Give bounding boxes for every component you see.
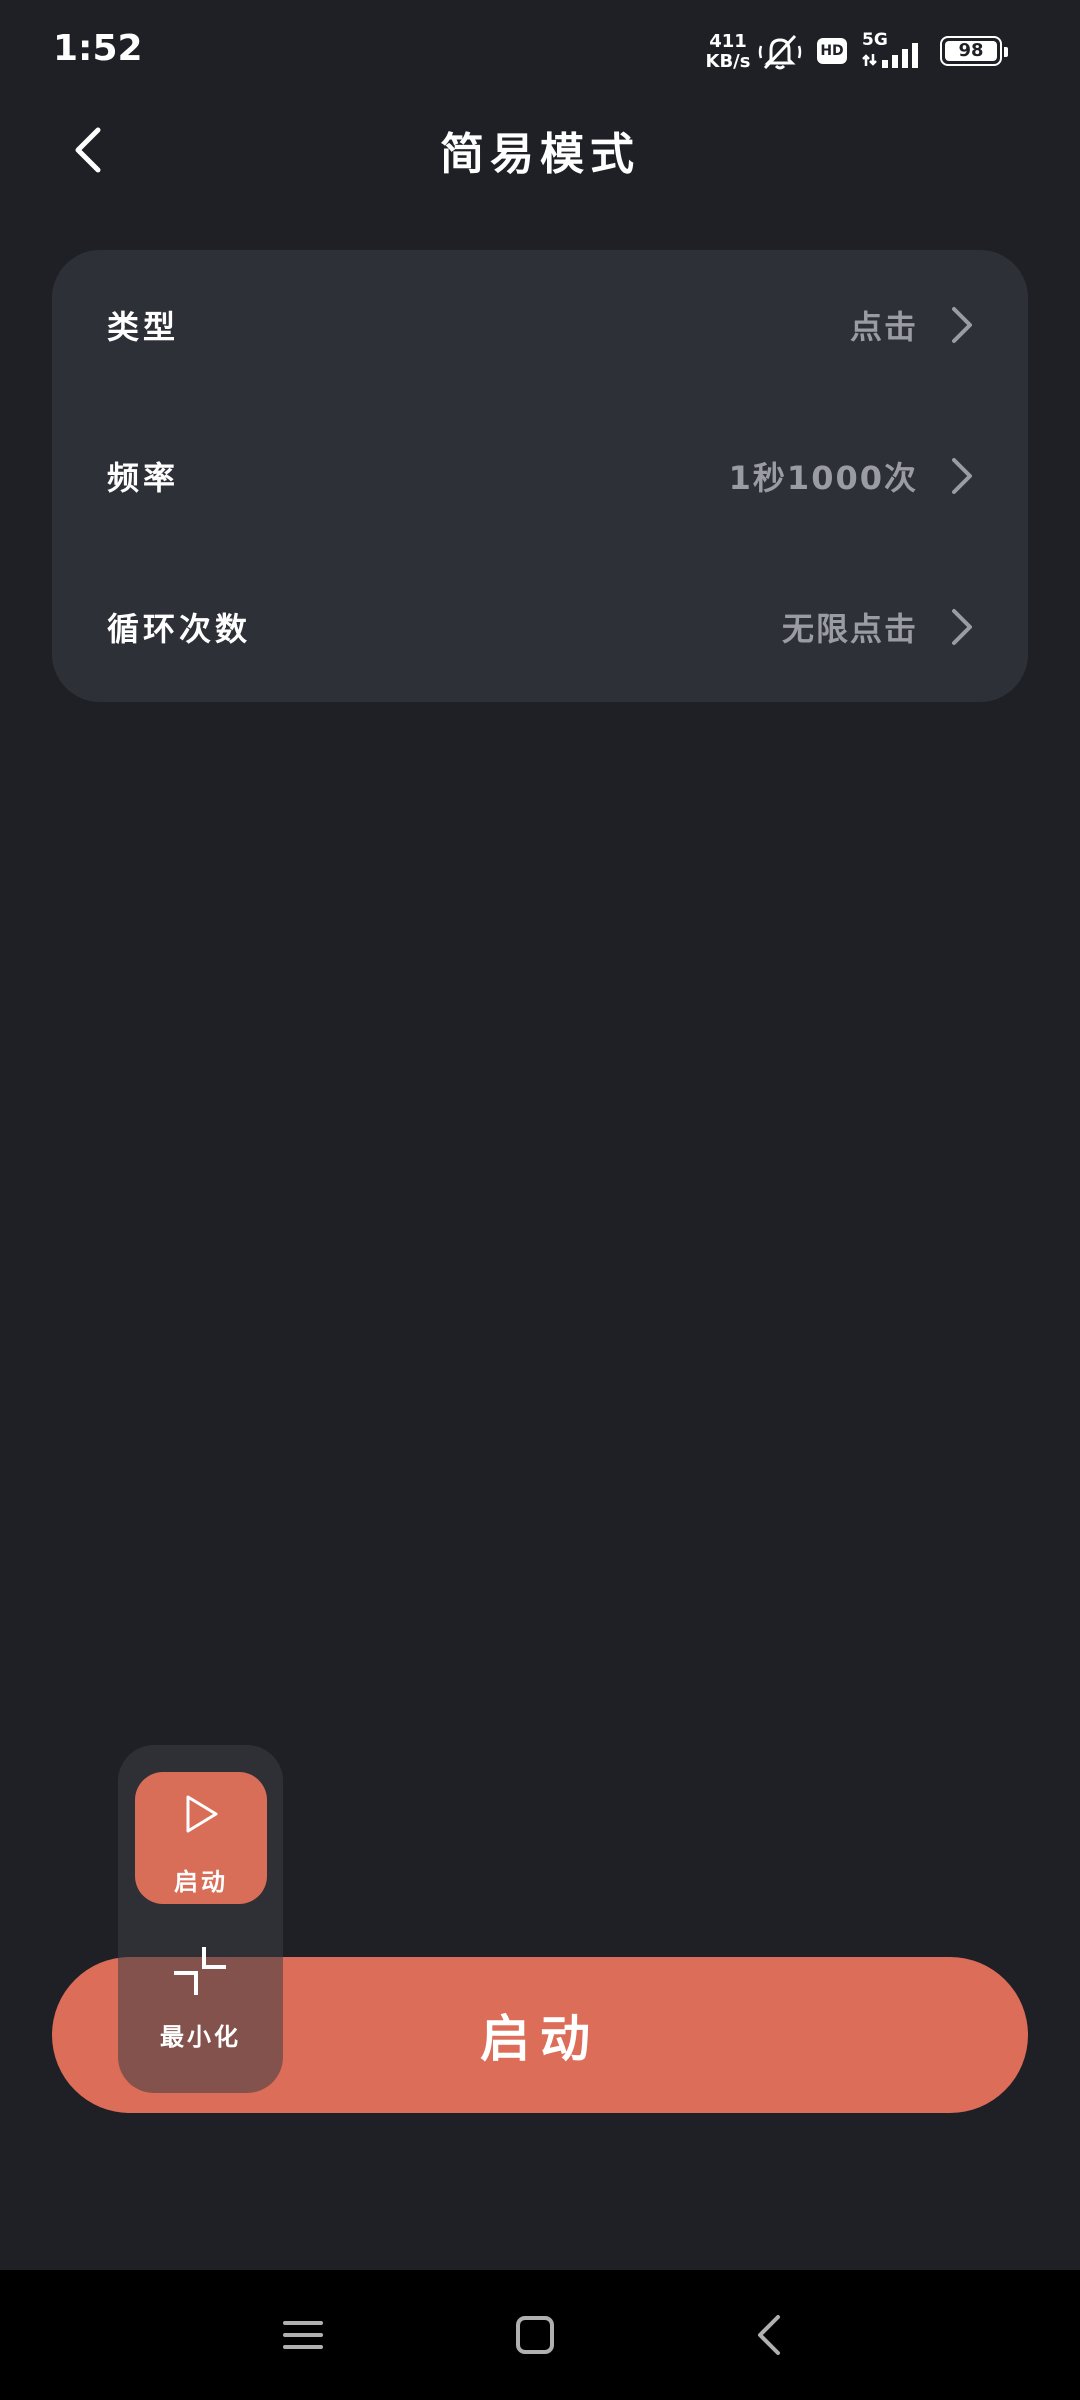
navigation-bar bbox=[0, 2270, 1080, 2400]
setting-label: 循环次数 bbox=[107, 610, 252, 648]
battery-cap bbox=[1004, 47, 1008, 57]
setting-value: 无限点击 bbox=[781, 610, 918, 648]
settings-card: 类型 点击 频率 1秒1000次 循环次数 无限点击 bbox=[52, 250, 1028, 702]
status-time: 1:52 bbox=[53, 28, 143, 69]
play-icon bbox=[186, 1795, 218, 1833]
battery-level: 98 bbox=[945, 41, 997, 61]
floating-start-label: 启动 bbox=[174, 1868, 228, 1896]
signal-icon: 5G bbox=[862, 30, 928, 70]
network-speed: 411 KB/s bbox=[705, 32, 751, 72]
floating-minimize-label: 最小化 bbox=[160, 2023, 241, 2051]
network-speed-unit: KB/s bbox=[705, 51, 751, 72]
screen: 1:52 411 KB/s HD 5G 98 简易模式 类型 点击 频率 1秒1… bbox=[0, 0, 1080, 2400]
setting-row-type[interactable]: 类型 点击 bbox=[52, 250, 1028, 400]
chevron-left-icon bbox=[75, 127, 101, 173]
hd-icon: HD bbox=[817, 38, 847, 64]
signal-bars-icon bbox=[862, 43, 918, 68]
network-speed-value: 411 bbox=[709, 31, 747, 52]
nav-home-button[interactable] bbox=[505, 2305, 565, 2365]
chevron-right-icon bbox=[952, 609, 972, 645]
minimize-icon bbox=[174, 1947, 226, 1995]
back-icon bbox=[758, 2315, 780, 2355]
setting-row-frequency[interactable]: 频率 1秒1000次 bbox=[52, 401, 1028, 551]
setting-label: 频率 bbox=[107, 459, 180, 497]
page-title: 简易模式 bbox=[440, 129, 640, 180]
floating-start-button[interactable]: 启动 bbox=[135, 1772, 267, 1904]
setting-value: 1秒1000次 bbox=[728, 459, 918, 497]
setting-value: 点击 bbox=[849, 308, 918, 346]
nav-back-button[interactable] bbox=[740, 2305, 800, 2365]
floating-control-panel[interactable]: 启动 最小化 bbox=[118, 1745, 283, 2093]
home-icon bbox=[516, 2316, 554, 2354]
nav-menu-button[interactable] bbox=[273, 2305, 333, 2365]
setting-row-loop-count[interactable]: 循环次数 无限点击 bbox=[52, 552, 1028, 702]
status-bar: 1:52 411 KB/s HD 5G 98 bbox=[0, 0, 1080, 100]
battery-icon: 98 bbox=[940, 36, 1008, 66]
chevron-right-icon bbox=[952, 307, 972, 343]
mute-bell-icon bbox=[758, 34, 802, 70]
chevron-right-icon bbox=[952, 458, 972, 494]
menu-icon bbox=[283, 2321, 323, 2349]
back-button[interactable] bbox=[60, 120, 120, 180]
floating-minimize-button[interactable]: 最小化 bbox=[118, 1945, 283, 2093]
setting-label: 类型 bbox=[107, 308, 180, 346]
